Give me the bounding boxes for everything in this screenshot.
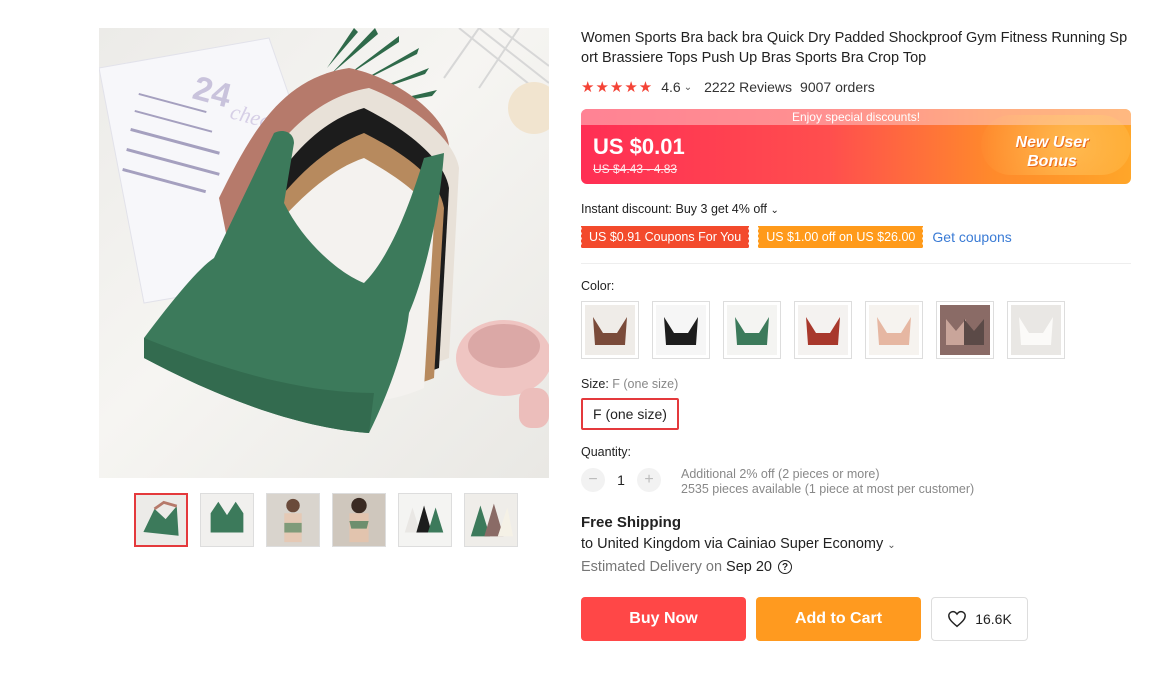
product-info-panel: Women Sports Bra back bra Quick Dry Padd… [579, 28, 1133, 641]
swatch-white[interactable] [1007, 301, 1065, 359]
bonus-line-1: New User [1015, 134, 1089, 151]
add-to-cart-button[interactable]: Add to Cart [756, 597, 921, 641]
coupon-badge-1[interactable]: US $0.91 Coupons For You [579, 226, 750, 248]
wishlist-count: 16.6K [975, 611, 1012, 627]
product-title: Women Sports Bra back bra Quick Dry Padd… [581, 30, 1128, 66]
chevron-down-icon: ⌄ [770, 205, 779, 216]
get-coupons-link[interactable]: Get coupons [932, 229, 1011, 245]
reviews-count[interactable]: 2222 Reviews [704, 79, 792, 95]
quantity-label: Quantity: [581, 445, 632, 459]
bonus-line-2: Bonus [1027, 153, 1077, 170]
wishlist-button[interactable]: 16.6K [931, 597, 1028, 641]
shipping-destination[interactable]: to United Kingdom via Cainiao Super Econ… [581, 536, 1133, 552]
quantity-info-discount: Additional 2% off (2 pieces or more) [681, 467, 880, 481]
swatch-beige[interactable] [865, 301, 923, 359]
thumbnail-3[interactable] [266, 493, 320, 547]
color-swatches [581, 301, 1133, 359]
price-box: Enjoy special discounts! US $0.01 US $4.… [581, 109, 1131, 184]
buy-now-button[interactable]: Buy Now [581, 597, 746, 641]
rating-stars: ★★★★★ [581, 79, 654, 96]
new-user-bonus[interactable]: New User Bonus [987, 133, 1117, 177]
thumbnail-1[interactable] [134, 493, 188, 547]
swatch-red[interactable] [794, 301, 852, 359]
thumbnail-2[interactable] [200, 493, 254, 547]
quantity-increase-button[interactable]: + [637, 468, 661, 492]
quantity-info: Additional 2% off (2 pieces or more) 253… [681, 467, 974, 497]
size-option-f[interactable]: F (one size) [581, 398, 679, 430]
delivery-date: Sep 20 [726, 559, 772, 575]
size-label: Size: F (one size) [581, 377, 1133, 391]
coupon-badge-2[interactable]: US $1.00 off on US $26.00 [757, 226, 924, 248]
shipping-title: Free Shipping [581, 514, 682, 531]
swatch-mixed[interactable] [936, 301, 994, 359]
thumbnail-strip [134, 493, 518, 547]
current-price: US $0.01 [593, 134, 685, 159]
quantity-info-available: 2535 pieces available (1 piece at most p… [681, 482, 975, 496]
quantity-value[interactable]: 1 [605, 472, 637, 488]
swatch-brown[interactable] [581, 301, 639, 359]
chevron-down-icon[interactable]: ⌄ [684, 82, 692, 93]
divider [581, 263, 1131, 264]
thumbnail-6[interactable] [464, 493, 518, 547]
size-selected-hint: F (one size) [612, 377, 679, 391]
quantity-decrease-button[interactable]: − [581, 468, 605, 492]
thumbnail-4[interactable] [332, 493, 386, 547]
color-label: Color: [581, 279, 615, 293]
delivery-label: Estimated Delivery on [581, 559, 723, 575]
quantity-row: − 1 + Additional 2% off (2 pieces or mor… [581, 467, 1133, 497]
coupon-row: US $0.91 Coupons For You US $1.00 off on… [579, 226, 1133, 248]
rating-score[interactable]: 4.6 [661, 79, 680, 95]
quantity-stepper: − 1 + [581, 468, 661, 492]
chevron-down-icon: ⌄ [887, 540, 896, 551]
heart-icon [948, 610, 967, 628]
shipping-destination-text: to United Kingdom via Cainiao Super Econ… [581, 536, 884, 552]
swatch-black[interactable] [652, 301, 710, 359]
action-buttons: Buy Now Add to Cart 16.6K [581, 597, 1133, 641]
swatch-green[interactable] [723, 301, 781, 359]
thumbnail-5[interactable] [398, 493, 452, 547]
estimated-delivery: Estimated Delivery on Sep 20 ? [581, 559, 1133, 575]
rating-row: ★★★★★ 4.6 ⌄ 2222 Reviews 9007 orders [581, 78, 1133, 96]
main-product-image[interactable]: 24 chec [99, 28, 549, 478]
instant-discount[interactable]: Instant discount: Buy 3 get 4% off ⌄ [581, 202, 1133, 216]
orders-count: 9007 orders [800, 79, 875, 95]
help-icon[interactable]: ? [778, 560, 792, 574]
instant-discount-text: Instant discount: Buy 3 get 4% off [581, 202, 767, 216]
size-label-text: Size: [581, 377, 609, 391]
original-price: US $4.43 - 4.83 [593, 162, 678, 176]
